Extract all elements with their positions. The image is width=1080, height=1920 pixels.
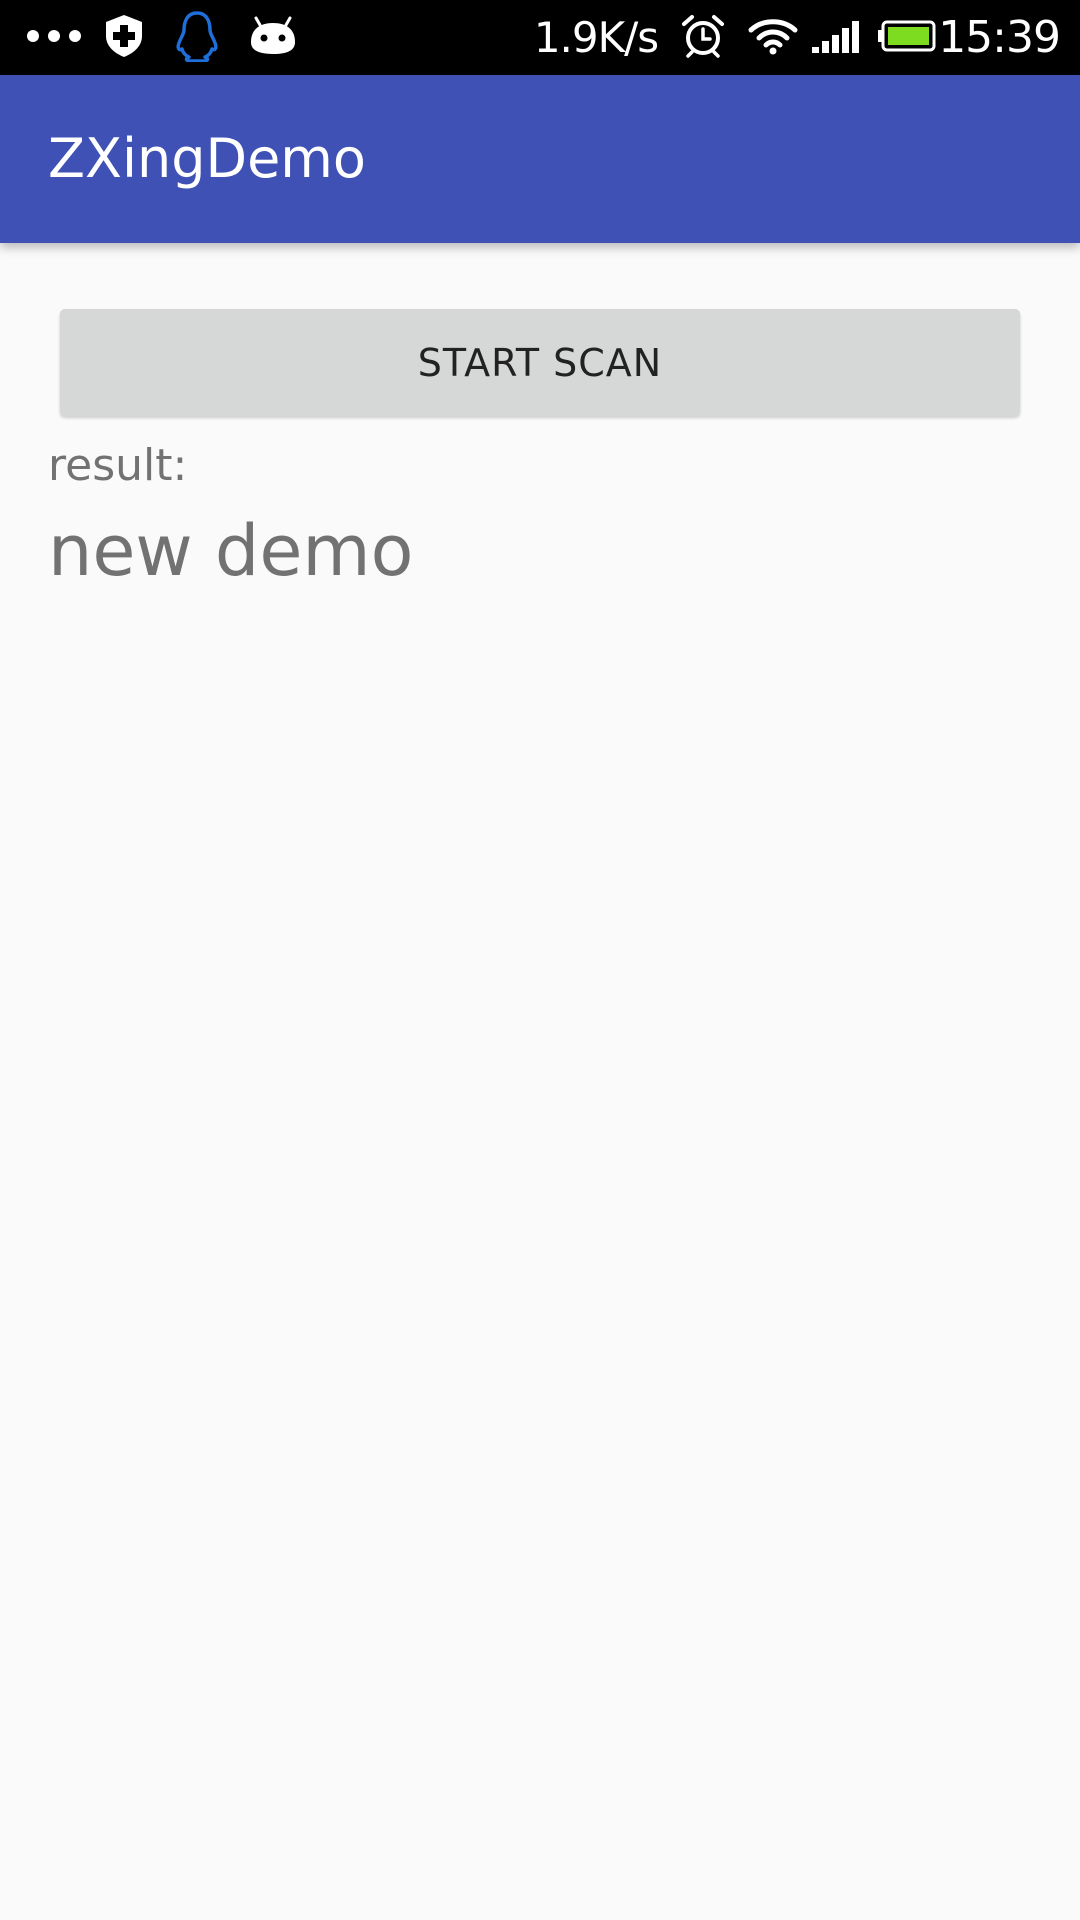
battery-icon: [878, 20, 936, 56]
status-bar: 1.9K/s 15:39: [0, 0, 1080, 75]
more-dots-icon: [26, 28, 82, 47]
alarm-icon: [680, 14, 726, 62]
signal-icon: [812, 19, 862, 57]
network-speed: 1.9K/s: [533, 13, 659, 62]
status-bar-right: 1.9K/s 15:39: [533, 0, 1061, 75]
app-bar: ZXingDemo: [0, 75, 1080, 243]
wifi-icon: [748, 17, 798, 59]
result-label: result:: [48, 440, 188, 491]
shield-plus-icon: [104, 14, 144, 62]
status-time: 15:39: [938, 12, 1061, 63]
start-scan-button[interactable]: START SCAN: [60, 309, 1020, 416]
qq-penguin-icon: [174, 10, 220, 66]
android-bot-icon: [248, 16, 298, 60]
app-title: ZXingDemo: [48, 127, 366, 190]
status-bar-left: [26, 0, 298, 75]
result-value: new demo: [48, 510, 414, 592]
